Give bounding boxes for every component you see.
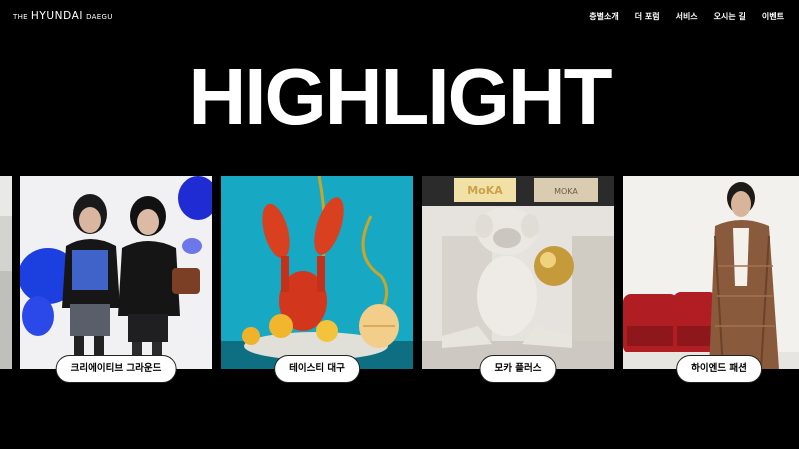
logo-prefix: THE xyxy=(13,13,28,21)
card-label-row: 크리에이티브 그라운드 테이스티 대구 모카 플러스 하이엔드 패션 xyxy=(0,355,799,385)
the-hyundai-daegu-logo[interactable]: THE HYUNDAI DAEGU xyxy=(13,10,113,22)
creative-ground-photo xyxy=(20,176,212,369)
card-creative-ground[interactable] xyxy=(20,176,212,369)
main-nav: 층별소개 더 포럼 서비스 오시는 길 이벤트 xyxy=(589,11,784,22)
nav-events[interactable]: 이벤트 xyxy=(762,11,784,22)
tasty-daegu-photo xyxy=(221,176,413,369)
highlight-title: HIGHLIGHT xyxy=(188,52,613,141)
nav-directions[interactable]: 오시는 길 xyxy=(714,11,746,22)
nav-services[interactable]: 서비스 xyxy=(676,11,698,22)
highend-fashion-photo xyxy=(623,176,799,369)
card-moka-plus[interactable]: MoKA MOKA xyxy=(422,176,614,369)
moka-sign-text: MoKA xyxy=(467,184,503,197)
card-highend-fashion[interactable] xyxy=(623,176,799,369)
site-header: THE HYUNDAI DAEGU 층별소개 더 포럼 서비스 오시는 길 이벤… xyxy=(0,0,799,34)
moka-plus-photo: MoKA MOKA xyxy=(422,176,614,369)
card-tasty-daegu[interactable] xyxy=(221,176,413,369)
tasty-daegu-label[interactable]: 테이스티 대구 xyxy=(274,355,360,383)
logo-main: HYUNDAI xyxy=(30,10,84,22)
highend-fashion-label[interactable]: 하이엔드 패션 xyxy=(676,355,762,383)
card-partial-left[interactable] xyxy=(0,176,12,369)
card-partial-left-image xyxy=(0,176,12,369)
moka-plus-label[interactable]: 모카 플러스 xyxy=(479,355,557,383)
nav-floor-guide[interactable]: 층별소개 xyxy=(589,11,618,22)
logo-suffix: DAEGU xyxy=(86,13,113,21)
highlight-carousel: MoKA MOKA xyxy=(0,176,799,369)
nav-the-forum[interactable]: 더 포럼 xyxy=(635,11,660,22)
creative-ground-label[interactable]: 크리에이티브 그라운드 xyxy=(55,355,177,383)
moka-sign-text-2: MOKA xyxy=(554,187,578,196)
